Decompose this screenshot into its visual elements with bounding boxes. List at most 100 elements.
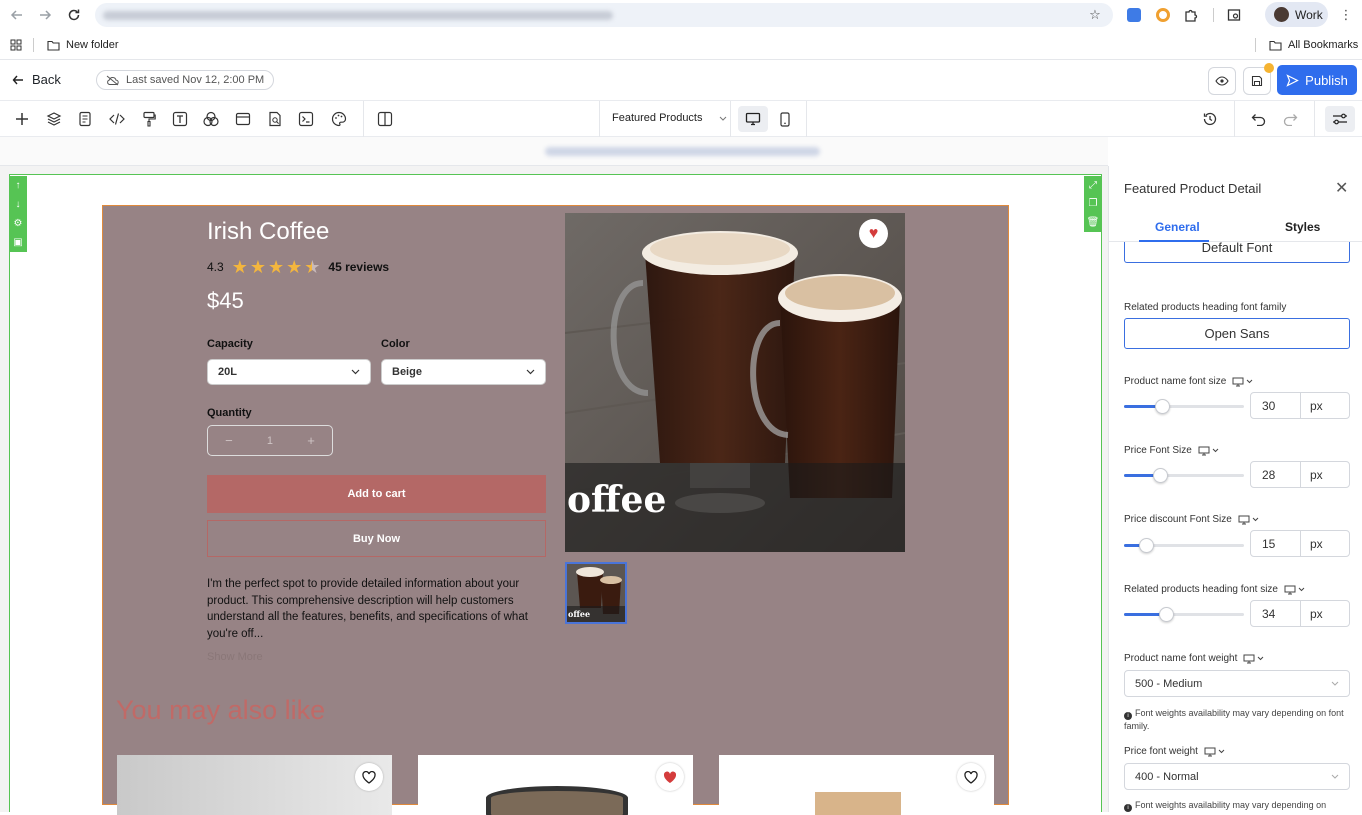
product-main-image[interactable]: offee [565,213,905,552]
close-icon[interactable]: ✕ [1335,178,1348,198]
redo-icon[interactable] [1280,109,1300,129]
buy-now-button[interactable]: Buy Now [207,520,546,557]
price-discount-size-value[interactable]: 15 [1251,531,1301,556]
quantity-label: Quantity [207,407,252,419]
unit-select[interactable]: px [1301,393,1349,418]
unit-select[interactable]: px [1301,462,1349,487]
apps-grid-icon[interactable] [10,39,22,51]
product-thumbnail[interactable]: offee [565,562,627,624]
heart-outline-icon[interactable] [355,763,383,791]
mobile-view-icon[interactable] [775,109,795,129]
price-size-value[interactable]: 28 [1251,462,1301,487]
paint-roller-icon[interactable] [139,109,159,129]
heart-outline-icon[interactable] [957,763,985,791]
price-discount-size-slider[interactable] [1124,538,1244,553]
product-name-size-input[interactable]: 30 px [1250,392,1350,419]
related-font-family-select[interactable]: Open Sans [1124,318,1350,349]
related-heading-size-value[interactable]: 34 [1251,601,1301,626]
kebab-menu-icon[interactable]: ⋮ [1337,6,1355,24]
forward-arrow-icon[interactable] [33,4,57,26]
extension-gauge-icon[interactable] [1154,6,1172,24]
palette-icon[interactable] [329,109,349,129]
tab-general[interactable]: General [1155,220,1200,234]
page-search-icon[interactable] [265,109,285,129]
related-product-card[interactable] [719,755,994,815]
price-weight-select[interactable]: 400 - Normal [1124,763,1350,790]
duplicate-icon[interactable]: ❐ [1089,198,1098,209]
publish-button[interactable]: Publish [1277,65,1357,95]
device-toggle[interactable] [1204,747,1225,757]
layers-icon[interactable] [44,109,64,129]
unit-select[interactable]: px [1301,601,1349,626]
desktop-view-button[interactable] [738,106,768,132]
price-size-slider[interactable] [1124,468,1244,483]
color-select[interactable]: Beige [381,359,546,385]
quantity-stepper[interactable]: − 1 + [207,425,333,456]
address-bar[interactable] [95,3,1113,27]
shapes-icon[interactable] [201,109,221,129]
device-toggle[interactable] [1232,377,1253,387]
trash-icon[interactable]: 🗑 [1087,217,1100,228]
extensions-puzzle-icon[interactable] [1182,6,1200,24]
split-view-icon[interactable] [375,109,395,129]
wishlist-heart-icon[interactable]: ♥ [859,219,888,248]
expand-icon[interactable]: ⤢ [1089,180,1097,191]
featured-product-element[interactable]: Irish Coffee 4.3 ★ ★ ★ ★ ★ 45 reviews $4… [102,205,1009,815]
move-down-icon[interactable]: ↓ [16,199,21,210]
section-icon[interactable] [233,109,253,129]
device-toggle[interactable] [1284,585,1305,595]
product-name-weight-select[interactable]: 500 - Medium [1124,670,1350,697]
bookmark-folder[interactable]: New folder [47,39,119,51]
related-product-card[interactable] [117,755,392,815]
arrow-left-icon [12,75,23,84]
add-to-cart-button[interactable]: Add to cart [207,475,546,513]
gear-icon[interactable]: ⚙ [14,218,23,229]
profile-button[interactable]: Work [1265,2,1328,27]
history-icon[interactable] [1200,109,1220,129]
device-toggle[interactable] [1238,515,1259,525]
preview-button[interactable] [1208,67,1236,95]
related-product-card[interactable] [418,755,693,815]
related-heading-size-slider[interactable] [1124,607,1244,622]
capacity-select[interactable]: 20L [207,359,371,385]
back-arrow-icon[interactable] [5,4,29,26]
device-toggle[interactable] [1198,446,1219,456]
page-selector[interactable]: Featured Products [612,112,727,124]
related-font-family-label: Related products heading font family [1124,302,1287,313]
bookmark-star-icon[interactable]: ☆ [1086,6,1104,24]
product-name-size-value[interactable]: 30 [1251,393,1301,418]
all-bookmarks[interactable]: All Bookmarks [1269,39,1358,51]
bookmark-folder-label: New folder [66,39,119,51]
terminal-icon[interactable] [296,109,316,129]
save-section-icon[interactable]: ▣ [13,237,22,248]
product-name-size-slider[interactable] [1124,399,1244,414]
quantity-increment[interactable]: + [307,433,315,448]
show-more-link[interactable]: Show More [207,651,263,663]
back-button[interactable]: Back [12,72,61,87]
font-family-select[interactable]: Default Font [1124,242,1350,263]
pages-icon[interactable] [75,109,95,129]
heart-filled-icon[interactable] [656,763,684,791]
undo-icon[interactable] [1248,109,1268,129]
publish-label: Publish [1305,72,1348,88]
related-heading-size-input[interactable]: 34 px [1250,600,1350,627]
add-element-icon[interactable] [12,109,32,129]
tab-styles[interactable]: Styles [1285,220,1320,234]
settings-panel-button[interactable] [1325,106,1355,132]
price-size-input[interactable]: 28 px [1250,461,1350,488]
reload-icon[interactable] [62,4,86,26]
quantity-value[interactable]: 1 [267,435,273,447]
price-discount-size-input[interactable]: 15 px [1250,530,1350,557]
move-up-icon[interactable]: ↑ [16,180,21,191]
panel-scroll-area[interactable]: Default Font Related products heading fo… [1109,242,1362,812]
extension-blue-icon[interactable] [1125,6,1143,24]
chevron-down-icon [526,369,535,375]
unit-select[interactable]: px [1301,531,1349,556]
desktop-icon [1243,654,1255,663]
reading-mode-icon[interactable] [1225,6,1243,24]
code-icon[interactable] [107,109,127,129]
unsaved-indicator-dot [1264,63,1274,73]
quantity-decrement[interactable]: − [225,433,233,448]
device-toggle[interactable] [1243,654,1264,664]
text-icon[interactable] [170,109,190,129]
